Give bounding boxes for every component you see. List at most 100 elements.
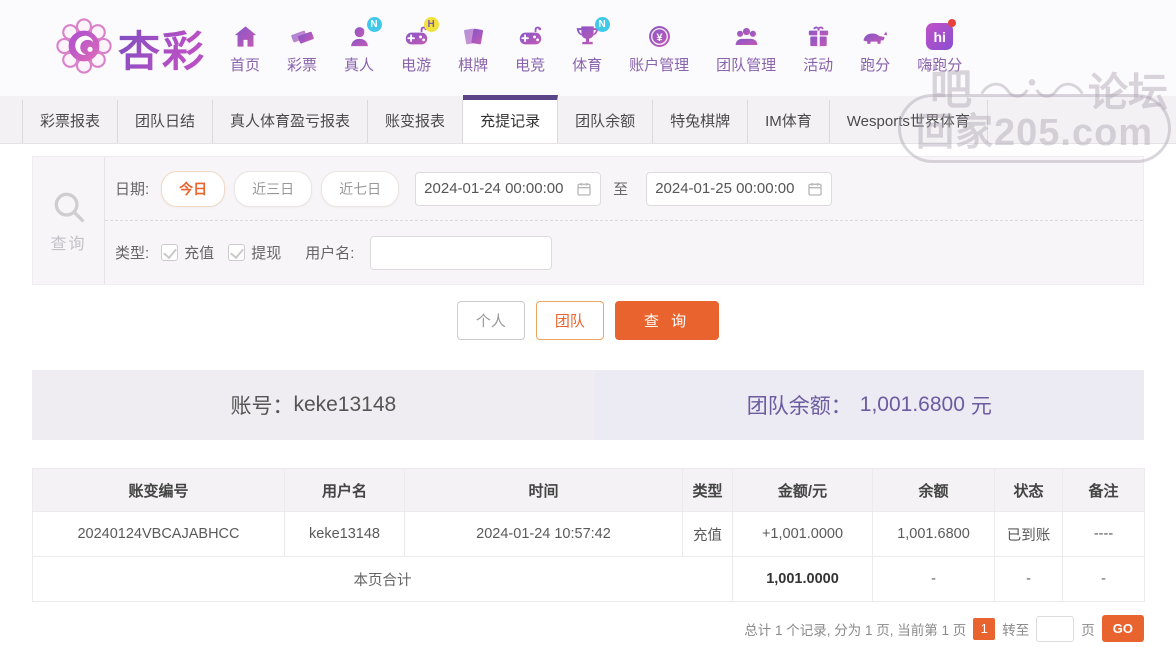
range-last-7-days[interactable]: 近七日 bbox=[321, 170, 400, 207]
home-icon bbox=[232, 22, 259, 52]
gift-icon bbox=[805, 22, 832, 52]
type-withdraw[interactable]: 提现 bbox=[228, 242, 281, 263]
nav-sports[interactable]: N 体育 bbox=[572, 16, 610, 75]
tab-team-balance[interactable]: 团队余额 bbox=[558, 100, 654, 143]
action-buttons: 个人 团队 查 询 bbox=[32, 301, 1144, 340]
cell-type: 充值 bbox=[682, 511, 733, 557]
pagination: 总计 1 个记录, 分为 1 页, 当前第 1 页 1 转至 页 GO bbox=[32, 615, 1144, 642]
cell-status: 已到账 bbox=[994, 511, 1063, 557]
nav-label: 真人 bbox=[344, 56, 375, 74]
nav-label: 电游 bbox=[401, 56, 432, 74]
range-last-3-days[interactable]: 近三日 bbox=[234, 170, 313, 207]
nav-label: 账户管理 bbox=[629, 56, 690, 74]
date-to-box bbox=[646, 171, 833, 206]
tab-im-sports[interactable]: IM体育 bbox=[748, 100, 830, 143]
nav-paofen[interactable]: 跑分 bbox=[860, 22, 890, 75]
date-from-input[interactable] bbox=[424, 180, 577, 197]
goto-label: 转至 bbox=[1002, 622, 1030, 638]
nav-egame[interactable]: H 电游 bbox=[401, 16, 439, 75]
goto-page-input[interactable] bbox=[1036, 615, 1075, 642]
date-to-input[interactable] bbox=[655, 180, 808, 197]
range-today[interactable]: 今日 bbox=[161, 170, 226, 207]
column-header: 时间 bbox=[404, 468, 683, 512]
date-to-label: 至 bbox=[613, 181, 629, 198]
summary-label: 本页合计 bbox=[32, 556, 733, 602]
nav-hi-paofen[interactable]: hi 嗨跑分 bbox=[917, 18, 963, 75]
username-label: 用户名: bbox=[305, 245, 355, 262]
nav-activity[interactable]: 活动 bbox=[803, 22, 833, 75]
table-header-row: 账变编号 用户名 时间 类型 金额/元 余额 状态 备注 bbox=[32, 468, 1145, 512]
cell-balance: 1,001.6800 bbox=[872, 511, 995, 557]
cell-amount: +1,001.0000 bbox=[732, 511, 873, 557]
tab-wesports[interactable]: Wesports世界体育 bbox=[829, 100, 988, 143]
rhino-icon bbox=[860, 22, 890, 52]
checkbox-label: 提现 bbox=[251, 245, 282, 262]
calendar-icon[interactable] bbox=[576, 181, 592, 197]
column-header: 账变编号 bbox=[32, 468, 285, 512]
tab-lottery-report[interactable]: 彩票报表 bbox=[22, 100, 119, 143]
account-section: 账号： keke13148 bbox=[32, 370, 595, 440]
checkbox-label: 充值 bbox=[184, 245, 215, 262]
nav-account-mgmt[interactable]: ¥ 账户管理 bbox=[629, 22, 689, 75]
cell-change-id: 20240124VBCAJABHCC bbox=[32, 511, 285, 557]
logo[interactable]: 杏彩 bbox=[56, 17, 206, 79]
top-navigation: 杏彩 首页 彩票 N 真人 H 电游 棋牌 电竞 N 体育 ¥ 账户管理 团队管理 活动 跑分 hi 嗨跑分 bbox=[0, 0, 1176, 96]
tab-live-sports-pnl[interactable]: 真人体育盈亏报表 bbox=[213, 100, 369, 143]
account-label: 账号： bbox=[230, 395, 294, 418]
account-bar: 账号： keke13148 团队余额： 1,001.6800 元 bbox=[32, 370, 1144, 440]
nav-label: 体育 bbox=[572, 56, 603, 74]
type-recharge[interactable]: 充值 bbox=[161, 242, 214, 263]
records-table: 账变编号 用户名 时间 类型 金额/元 余额 状态 备注 20240124VBCAJABHCC… bbox=[32, 468, 1145, 602]
personal-button[interactable]: 个人 bbox=[456, 301, 525, 340]
nav-label: 跑分 bbox=[860, 56, 891, 74]
nav-label: 活动 bbox=[803, 56, 834, 74]
type-label: 类型: bbox=[115, 245, 150, 262]
nav-label: 棋牌 bbox=[458, 56, 489, 74]
account-value: keke13148 bbox=[293, 393, 397, 416]
tab-tetu-chess[interactable]: 特兔棋牌 bbox=[653, 100, 749, 143]
date-label: 日期: bbox=[115, 181, 150, 198]
calendar-icon[interactable] bbox=[807, 181, 823, 197]
date-from-box bbox=[415, 171, 602, 206]
page-number-button[interactable]: 1 bbox=[973, 617, 996, 640]
nav-label: 嗨跑分 bbox=[917, 56, 963, 74]
search-block-label: 查询 bbox=[50, 235, 87, 253]
badge-dot bbox=[948, 18, 957, 27]
egame-gamepad-icon: H bbox=[403, 16, 439, 52]
search-icon bbox=[54, 192, 84, 222]
column-header: 状态 bbox=[994, 468, 1063, 512]
search-block: 查询 bbox=[33, 157, 105, 284]
nav-label: 电竞 bbox=[515, 56, 546, 74]
summary-balance: - bbox=[872, 556, 995, 602]
nav-chess[interactable]: 棋牌 bbox=[458, 22, 488, 75]
checkbox-icon[interactable] bbox=[161, 244, 179, 261]
hi-app-icon: hi bbox=[926, 18, 957, 52]
tab-account-change-report[interactable]: 账变报表 bbox=[368, 100, 464, 143]
balance-value: 1,001.6800 bbox=[859, 393, 965, 416]
nav-team-mgmt[interactable]: 团队管理 bbox=[716, 22, 776, 75]
checkbox-icon[interactable] bbox=[228, 244, 246, 261]
tab-team-daily[interactable]: 团队日结 bbox=[118, 100, 214, 143]
type-options: 充值 提现 bbox=[161, 242, 295, 263]
esports-gamepad-icon bbox=[517, 22, 544, 52]
nav-lottery[interactable]: 彩票 bbox=[287, 22, 317, 75]
cell-time: 2024-01-24 10:57:42 bbox=[404, 511, 683, 557]
column-header: 备注 bbox=[1062, 468, 1145, 512]
username-input[interactable] bbox=[370, 235, 553, 270]
main-content: 查询 日期: 今日近三日近七日 至 bbox=[32, 156, 1145, 642]
page: 杏彩 首页 彩票 N 真人 H 电游 棋牌 电竞 N 体育 ¥ 账户管理 团队管理 活动 跑分 hi 嗨跑分 彩… bbox=[0, 0, 1176, 647]
live-person-icon: N bbox=[346, 16, 382, 52]
search-button[interactable]: 查 询 bbox=[614, 301, 720, 340]
nav-live[interactable]: N 真人 bbox=[344, 16, 382, 75]
go-button[interactable]: GO bbox=[1101, 615, 1144, 642]
badge-N: N bbox=[366, 16, 382, 32]
team-button[interactable]: 团队 bbox=[535, 301, 604, 340]
nav-label: 彩票 bbox=[287, 56, 318, 74]
nav-home[interactable]: 首页 bbox=[230, 22, 260, 75]
badge-N: N bbox=[594, 16, 610, 32]
pagination-summary: 总计 1 个记录, 分为 1 页, 当前第 1 页 bbox=[744, 622, 967, 638]
nav-esports[interactable]: 电竞 bbox=[515, 22, 545, 75]
date-quick-ranges: 今日 近三日 近七日 bbox=[161, 170, 400, 207]
tab-deposit-withdraw-records[interactable]: 充提记录 bbox=[463, 95, 559, 143]
cell-note: ---- bbox=[1062, 511, 1145, 557]
